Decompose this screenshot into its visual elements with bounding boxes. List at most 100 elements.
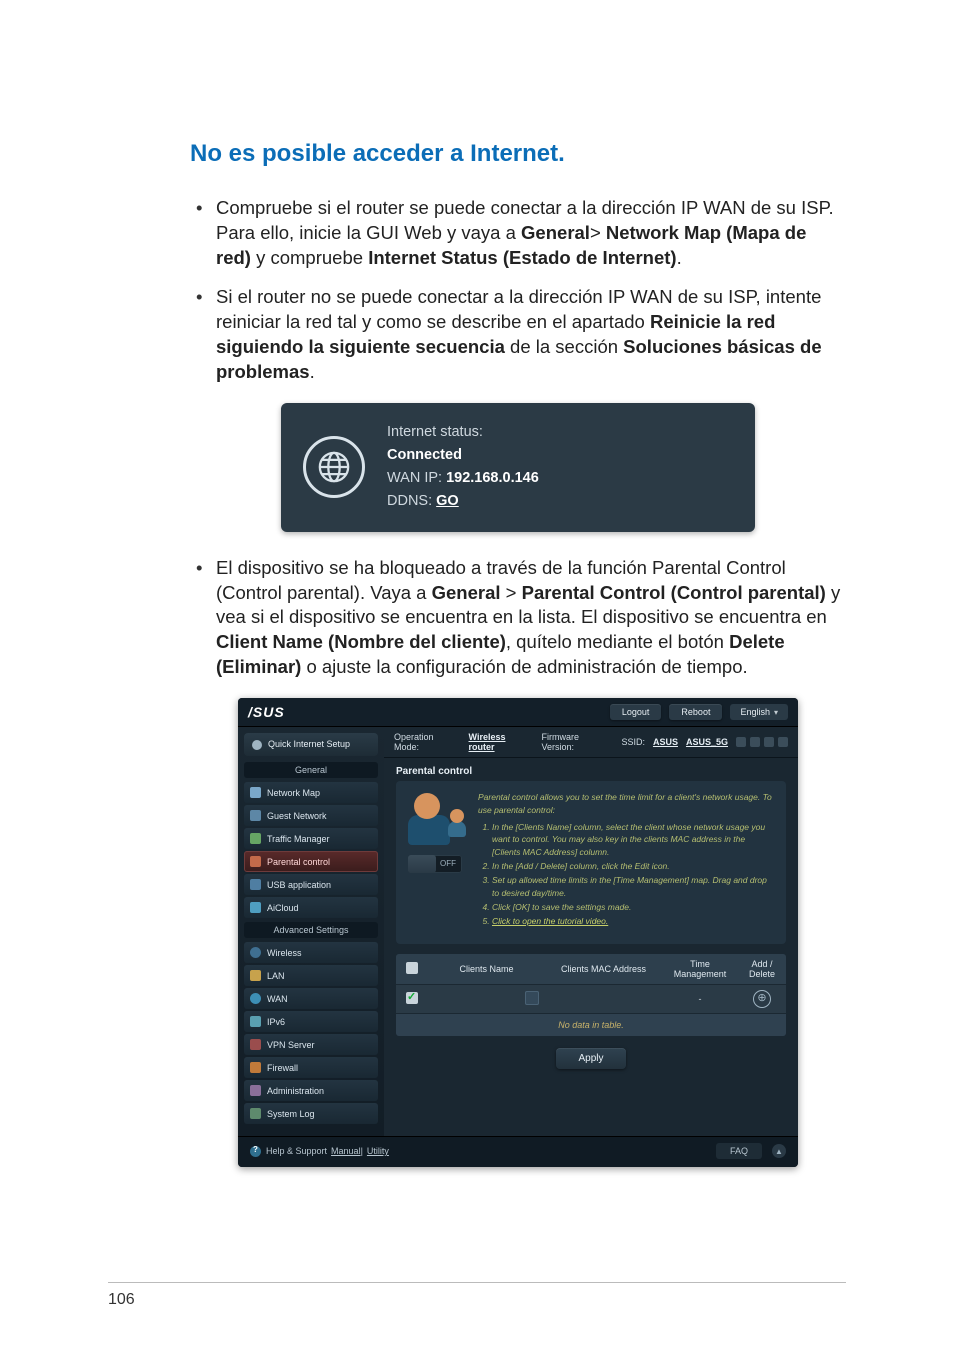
- ssid-2-link[interactable]: ASUS_5G: [686, 737, 728, 747]
- step-1: In the [Clients Name] column, select the…: [492, 821, 774, 858]
- internet-status-panel: Internet status: Connected WAN IP: 192.1…: [281, 403, 755, 532]
- sidebar-item-wireless[interactable]: Wireless: [244, 942, 378, 963]
- status-icon: [750, 737, 760, 747]
- text: o ajuste la configuración de administrac…: [301, 656, 747, 677]
- sidebar-item-lan[interactable]: LAN: [244, 965, 378, 986]
- sidebar-item-ipv6[interactable]: IPv6: [244, 1011, 378, 1032]
- wireless-icon: [250, 947, 261, 958]
- table-header: Clients Name Clients MAC Address Time Ma…: [396, 954, 786, 984]
- text: de la sección: [505, 336, 623, 357]
- network-map-icon: [250, 787, 261, 798]
- tutorial-link[interactable]: Click to open the tutorial video.: [492, 916, 608, 926]
- sidebar-item-network-map[interactable]: Network Map: [244, 782, 378, 803]
- status-icon: [736, 737, 746, 747]
- sidebar-item-aicloud[interactable]: AiCloud: [244, 897, 378, 918]
- no-data-text: No data in table.: [396, 1014, 786, 1036]
- ssid-1-link[interactable]: ASUS: [653, 737, 678, 747]
- status-icon: [764, 737, 774, 747]
- text-bold: General: [521, 222, 590, 243]
- guest-network-icon: [250, 810, 261, 821]
- text: >: [590, 222, 606, 243]
- row-checkbox[interactable]: [406, 992, 418, 1004]
- time-cell: -: [662, 989, 738, 1009]
- parental-control-icon: [250, 856, 261, 867]
- col-clients-name: Clients Name: [428, 959, 545, 979]
- parental-toggle[interactable]: OFF: [408, 855, 462, 873]
- text-bold: Parental Control (Control parental): [522, 582, 826, 603]
- sidebar-item-qis[interactable]: Quick Internet Setup: [244, 733, 378, 756]
- add-button[interactable]: ⊕: [753, 990, 771, 1008]
- sidebar-header-advanced: Advanced Settings: [244, 922, 378, 938]
- bullet-list-1: Compruebe si el router se puede conectar…: [190, 196, 846, 385]
- parental-help-text: Parental control allows you to set the t…: [478, 791, 774, 929]
- sidebar-header-general: General: [244, 762, 378, 778]
- utility-link[interactable]: Utility: [367, 1146, 389, 1156]
- qis-icon: [252, 740, 262, 750]
- parent-child-icon: [408, 791, 464, 847]
- clients-table: Clients Name Clients MAC Address Time Ma…: [396, 954, 786, 1036]
- vpn-server-icon: [250, 1039, 261, 1050]
- text-bold: Client Name (Nombre del cliente): [216, 631, 506, 652]
- router-admin-screenshot: /SUS Logout Reboot English Quick Interne…: [238, 698, 798, 1167]
- text-bold: General: [432, 582, 501, 603]
- administration-icon: [250, 1085, 261, 1096]
- sidebar-item-vpn-server[interactable]: VPN Server: [244, 1034, 378, 1055]
- traffic-manager-icon: [250, 833, 261, 844]
- col-mac-address: Clients MAC Address: [545, 959, 662, 979]
- sidebar-item-wan[interactable]: WAN: [244, 988, 378, 1009]
- client-name-select[interactable]: [525, 991, 539, 1005]
- text-bold: Internet Status (Estado de Internet): [368, 247, 676, 268]
- table-row-empty: No data in table.: [396, 1013, 786, 1036]
- parental-description-panel: OFF Parental control allows you to set t…: [396, 781, 786, 943]
- status-value: Connected: [387, 444, 539, 467]
- scroll-top-button[interactable]: ▲: [772, 1144, 786, 1158]
- wan-icon: [250, 993, 261, 1004]
- ddns-line: DDNS: GO: [387, 490, 539, 513]
- sidebar-item-traffic-manager[interactable]: Traffic Manager: [244, 828, 378, 849]
- ddns-link[interactable]: GO: [436, 493, 459, 509]
- avatar-toggle-stack: OFF: [408, 791, 464, 929]
- section-title: Parental control: [384, 758, 798, 781]
- manual-link[interactable]: Manual: [331, 1146, 361, 1156]
- bullet-list-2: El dispositivo se ha bloqueado a través …: [190, 556, 846, 681]
- sidebar-item-parental-control[interactable]: Parental control: [244, 851, 378, 872]
- page-number: 106: [108, 1282, 846, 1309]
- help-icon: [250, 1146, 261, 1157]
- sidebar-item-usb-application[interactable]: USB application: [244, 874, 378, 895]
- operation-bar: Operation Mode: Wireless router Firmware…: [384, 727, 798, 758]
- aicloud-icon: [250, 902, 261, 913]
- text: , quítelo mediante el botón: [506, 631, 729, 652]
- wan-ip-line: WAN IP: 192.168.0.146: [387, 467, 539, 490]
- sidebar-item-guest-network[interactable]: Guest Network: [244, 805, 378, 826]
- reboot-button[interactable]: Reboot: [669, 704, 722, 720]
- topbar-status-icons: [736, 737, 788, 747]
- ipv6-icon: [250, 1016, 261, 1027]
- text: y compruebe: [251, 247, 368, 268]
- faq-button[interactable]: FAQ: [716, 1143, 762, 1159]
- system-log-icon: [250, 1108, 261, 1119]
- router-footer: Help & Support Manual | Utility FAQ ▲: [238, 1136, 798, 1167]
- bullet-2: Si el router no se puede conectar a la d…: [190, 285, 846, 385]
- col-add-delete: Add / Delete: [738, 954, 786, 984]
- language-select[interactable]: English: [730, 704, 788, 720]
- firewall-icon: [250, 1062, 261, 1073]
- step-3: Set up allowed time limits in the [Time …: [492, 874, 774, 899]
- router-topbar: /SUS Logout Reboot English: [238, 698, 798, 727]
- router-main: Operation Mode: Wireless router Firmware…: [384, 727, 798, 1136]
- help-support-text: Help & Support: [266, 1146, 327, 1156]
- sidebar-item-administration[interactable]: Administration: [244, 1080, 378, 1101]
- sidebar-item-firewall[interactable]: Firewall: [244, 1057, 378, 1078]
- text: >: [501, 582, 522, 603]
- logout-button[interactable]: Logout: [610, 704, 662, 720]
- section-heading: No es posible acceder a Internet.: [190, 140, 846, 168]
- bullet-3: El dispositivo se ha bloqueado a través …: [190, 556, 846, 681]
- opmode-link[interactable]: Wireless router: [469, 732, 534, 752]
- brand-logo: /SUS: [248, 704, 285, 720]
- sidebar-item-system-log[interactable]: System Log: [244, 1103, 378, 1124]
- separator: |: [361, 1146, 363, 1156]
- col-time-management: Time Management: [662, 954, 738, 984]
- globe-icon: [303, 436, 365, 498]
- apply-button[interactable]: Apply: [556, 1048, 625, 1069]
- fw-label: Firmware Version:: [541, 732, 613, 752]
- step-4: Click [OK] to save the settings made.: [492, 901, 774, 913]
